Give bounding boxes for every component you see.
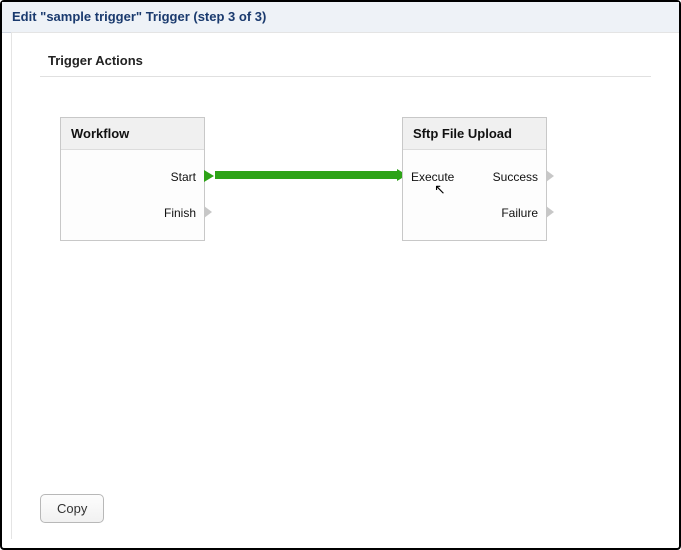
- port-sftp-failure[interactable]: Failure: [501, 206, 538, 220]
- port-sftp-execute[interactable]: Execute: [411, 170, 454, 184]
- node-sftp-body: Execute Success Failure: [403, 150, 546, 240]
- dialog-window: Edit "sample trigger" Trigger (step 3 of…: [0, 0, 681, 550]
- connector-start-execute: [215, 171, 400, 179]
- node-workflow-header: Workflow: [61, 118, 204, 150]
- node-workflow[interactable]: Workflow Start Finish: [60, 117, 205, 241]
- section-title: Trigger Actions: [40, 53, 651, 77]
- port-workflow-start[interactable]: Start: [171, 170, 196, 184]
- content-panel: Trigger Actions Workflow Start Finish Sf…: [11, 32, 679, 539]
- node-sftp-upload[interactable]: Sftp File Upload Execute Success Failure: [402, 117, 547, 241]
- port-workflow-finish[interactable]: Finish: [164, 206, 196, 220]
- arrow-workflow-finish-icon: [204, 206, 212, 218]
- window-title: Edit "sample trigger" Trigger (step 3 of…: [12, 9, 266, 24]
- footer: Copy: [40, 494, 104, 523]
- title-bar: Edit "sample trigger" Trigger (step 3 of…: [2, 2, 679, 33]
- copy-button[interactable]: Copy: [40, 494, 104, 523]
- workflow-canvas[interactable]: Workflow Start Finish Sftp File Upload E…: [40, 117, 651, 477]
- arrow-sftp-success-icon: [546, 170, 554, 182]
- node-workflow-body: Start Finish: [61, 150, 204, 240]
- arrow-workflow-start-icon: [204, 170, 214, 182]
- arrow-sftp-failure-icon: [546, 206, 554, 218]
- node-sftp-header: Sftp File Upload: [403, 118, 546, 150]
- port-sftp-success[interactable]: Success: [493, 170, 538, 184]
